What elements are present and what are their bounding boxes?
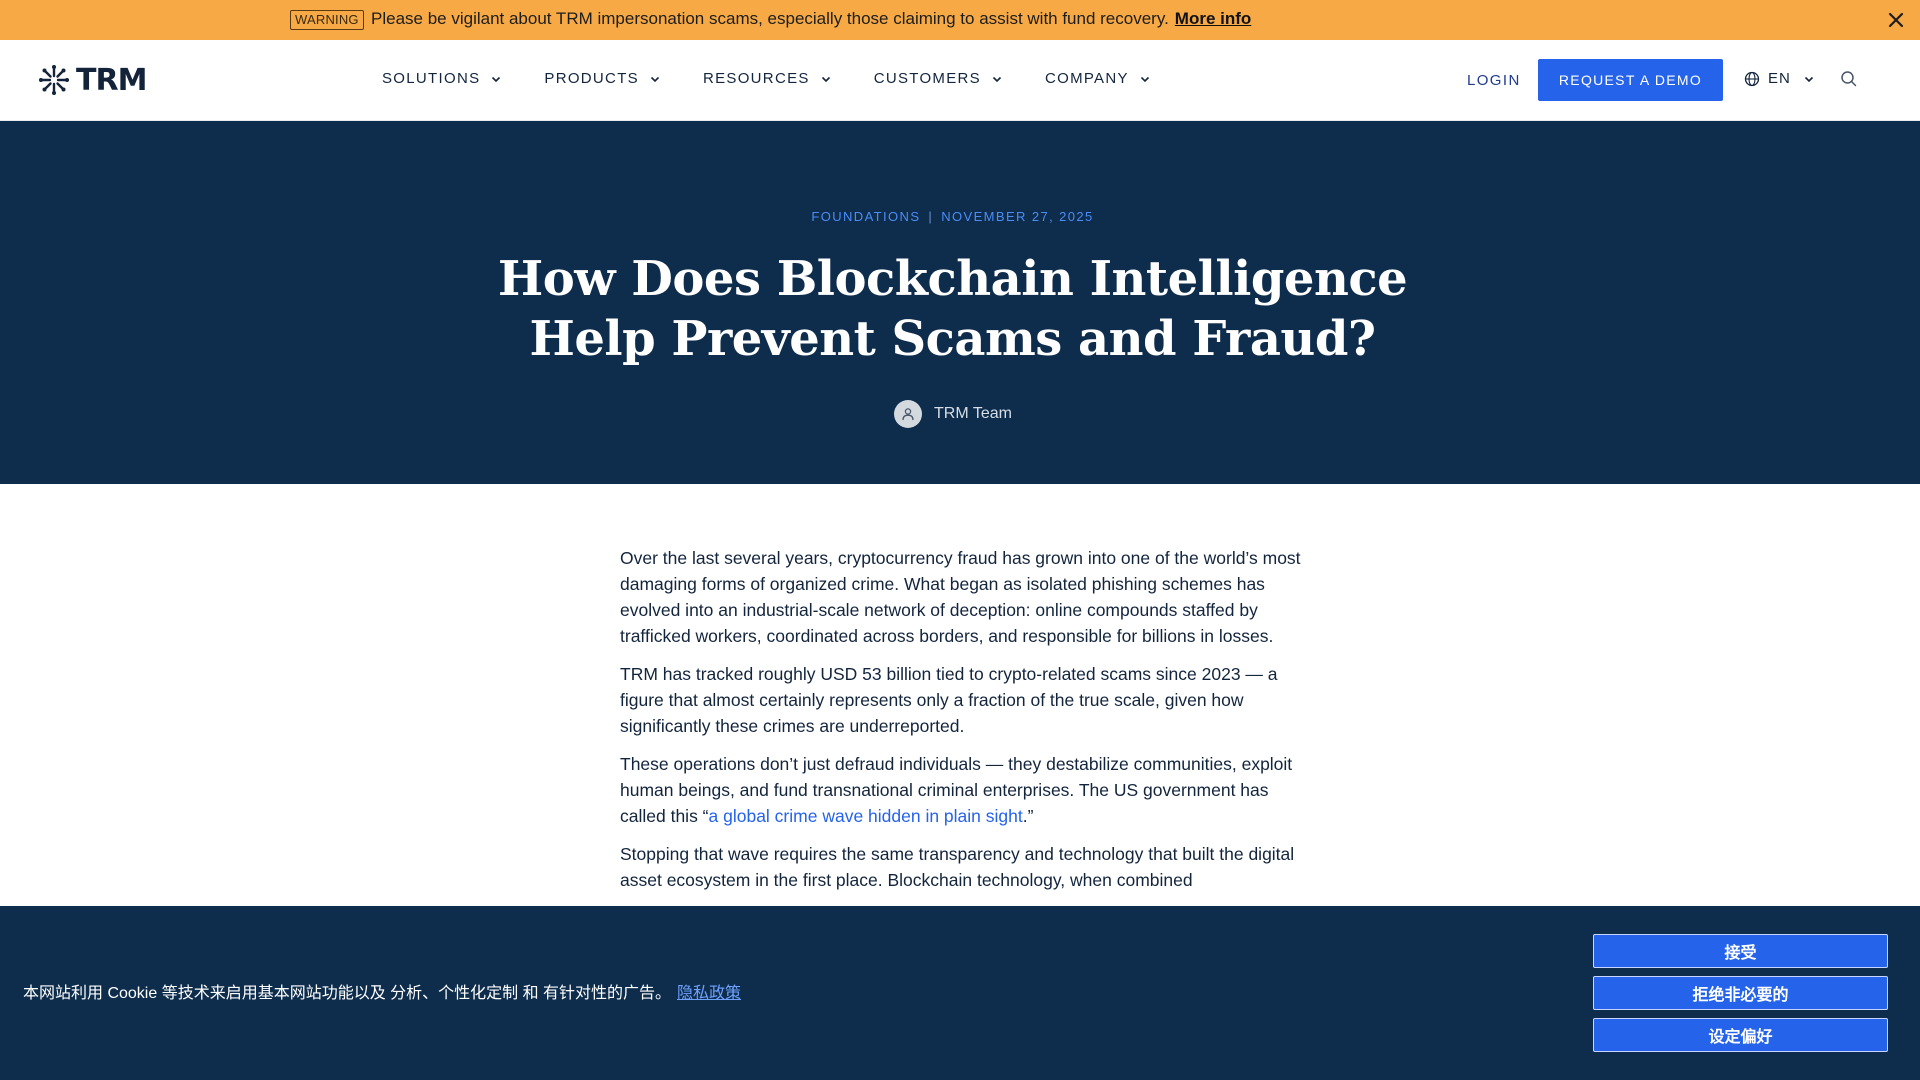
cookie-banner: 本网站利用 Cookie 等技术来启用基本网站功能以及 分析、个性化定制 和 有… — [0, 906, 1920, 1080]
main-menu: SOLUTIONS PRODUCTS RESOURCES CUSTOMERS C… — [382, 70, 1193, 87]
warning-message-text: Please be vigilant about TRM impersonati… — [371, 9, 1169, 28]
warning-banner: WARNING Please be vigilant about TRM imp… — [0, 0, 1920, 40]
globe-icon — [1744, 71, 1760, 86]
paragraph: Stopping that wave requires the same tra… — [620, 844, 1295, 890]
chevron-down-icon — [492, 76, 501, 82]
warning-message: Please be vigilant about TRM impersonati… — [371, 9, 1251, 29]
menu-label: CUSTOMERS — [873, 70, 981, 87]
crime-wave-link[interactable]: a global crime wave hidden in plain sigh… — [709, 806, 1023, 826]
search-icon[interactable] — [1840, 70, 1858, 88]
meta-separator: | — [928, 209, 934, 224]
menu-resources[interactable]: RESOURCES — [703, 70, 832, 87]
cookie-message: 本网站利用 Cookie 等技术来启用基本网站功能以及 分析、个性化定制 和 有… — [23, 979, 741, 1003]
main-navigation: TRM SOLUTIONS PRODUCTS RESOURCES CUSTOME… — [0, 40, 1920, 121]
chevron-down-icon — [821, 76, 830, 82]
paragraph: Over the last several years, cryptocurre… — [620, 548, 1301, 646]
cookie-text: 本网站利用 Cookie 等技术来启用基本网站功能以及 分析、个性化定制 和 有… — [23, 985, 672, 1002]
article-date: NOVEMBER 27, 2025 — [941, 209, 1094, 224]
article-hero: FOUNDATIONS | NOVEMBER 27, 2025 How Does B… — [0, 121, 1920, 484]
author-name: TRM Team — [934, 405, 1012, 422]
article-title: How Does Blockchain Intelligence Help Pr… — [497, 251, 1408, 367]
paragraph-text: .” — [1022, 806, 1034, 826]
paragraph: TRM has tracked roughly USD 53 billion t… — [620, 664, 1278, 736]
accept-cookies-button[interactable]: 接受 — [1593, 934, 1888, 968]
more-info-link[interactable]: More info — [1175, 9, 1252, 28]
chevron-down-icon — [992, 76, 1002, 82]
language-label: EN — [1768, 70, 1791, 87]
menu-company[interactable]: COMPANY — [1045, 70, 1151, 87]
chevron-down-icon — [1804, 76, 1813, 82]
cookie-preferences-button[interactable]: 设定偏好 — [1593, 1018, 1888, 1052]
logo-text: TRM — [76, 62, 147, 98]
login-link[interactable]: LOGIN — [1467, 72, 1521, 89]
menu-products[interactable]: PRODUCTS — [544, 70, 661, 87]
menu-label: COMPANY — [1044, 70, 1129, 87]
article-body: Over the last several years, cryptocurre… — [620, 545, 1305, 905]
menu-label: PRODUCTS — [544, 70, 639, 87]
close-icon[interactable] — [1885, 9, 1907, 31]
article-author: TRM Team — [894, 400, 1012, 428]
reject-cookies-button[interactable]: 拒绝非必要的 — [1593, 976, 1888, 1010]
avatar — [894, 400, 922, 428]
trm-logo[interactable]: TRM — [38, 62, 147, 98]
request-demo-button[interactable]: REQUEST A DEMO — [1538, 59, 1723, 101]
privacy-policy-link[interactable]: 隐私政策 — [677, 985, 741, 1002]
article-category[interactable]: FOUNDATIONS — [811, 209, 920, 224]
chevron-down-icon — [1140, 76, 1149, 82]
menu-label: SOLUTIONS — [382, 70, 481, 87]
article-meta: FOUNDATIONS | NOVEMBER 27, 2025 — [0, 209, 1905, 224]
user-icon — [902, 408, 914, 421]
trm-logo-icon — [39, 65, 69, 95]
chevron-down-icon — [650, 76, 660, 82]
language-selector[interactable]: EN — [1744, 70, 1815, 87]
menu-label: RESOURCES — [702, 70, 810, 87]
menu-customers[interactable]: CUSTOMERS — [874, 70, 1003, 87]
menu-solutions[interactable]: SOLUTIONS — [382, 70, 502, 87]
warning-badge: WARNING — [290, 10, 364, 30]
paragraph: These operations don’t just defraud indi… — [620, 751, 1305, 829]
